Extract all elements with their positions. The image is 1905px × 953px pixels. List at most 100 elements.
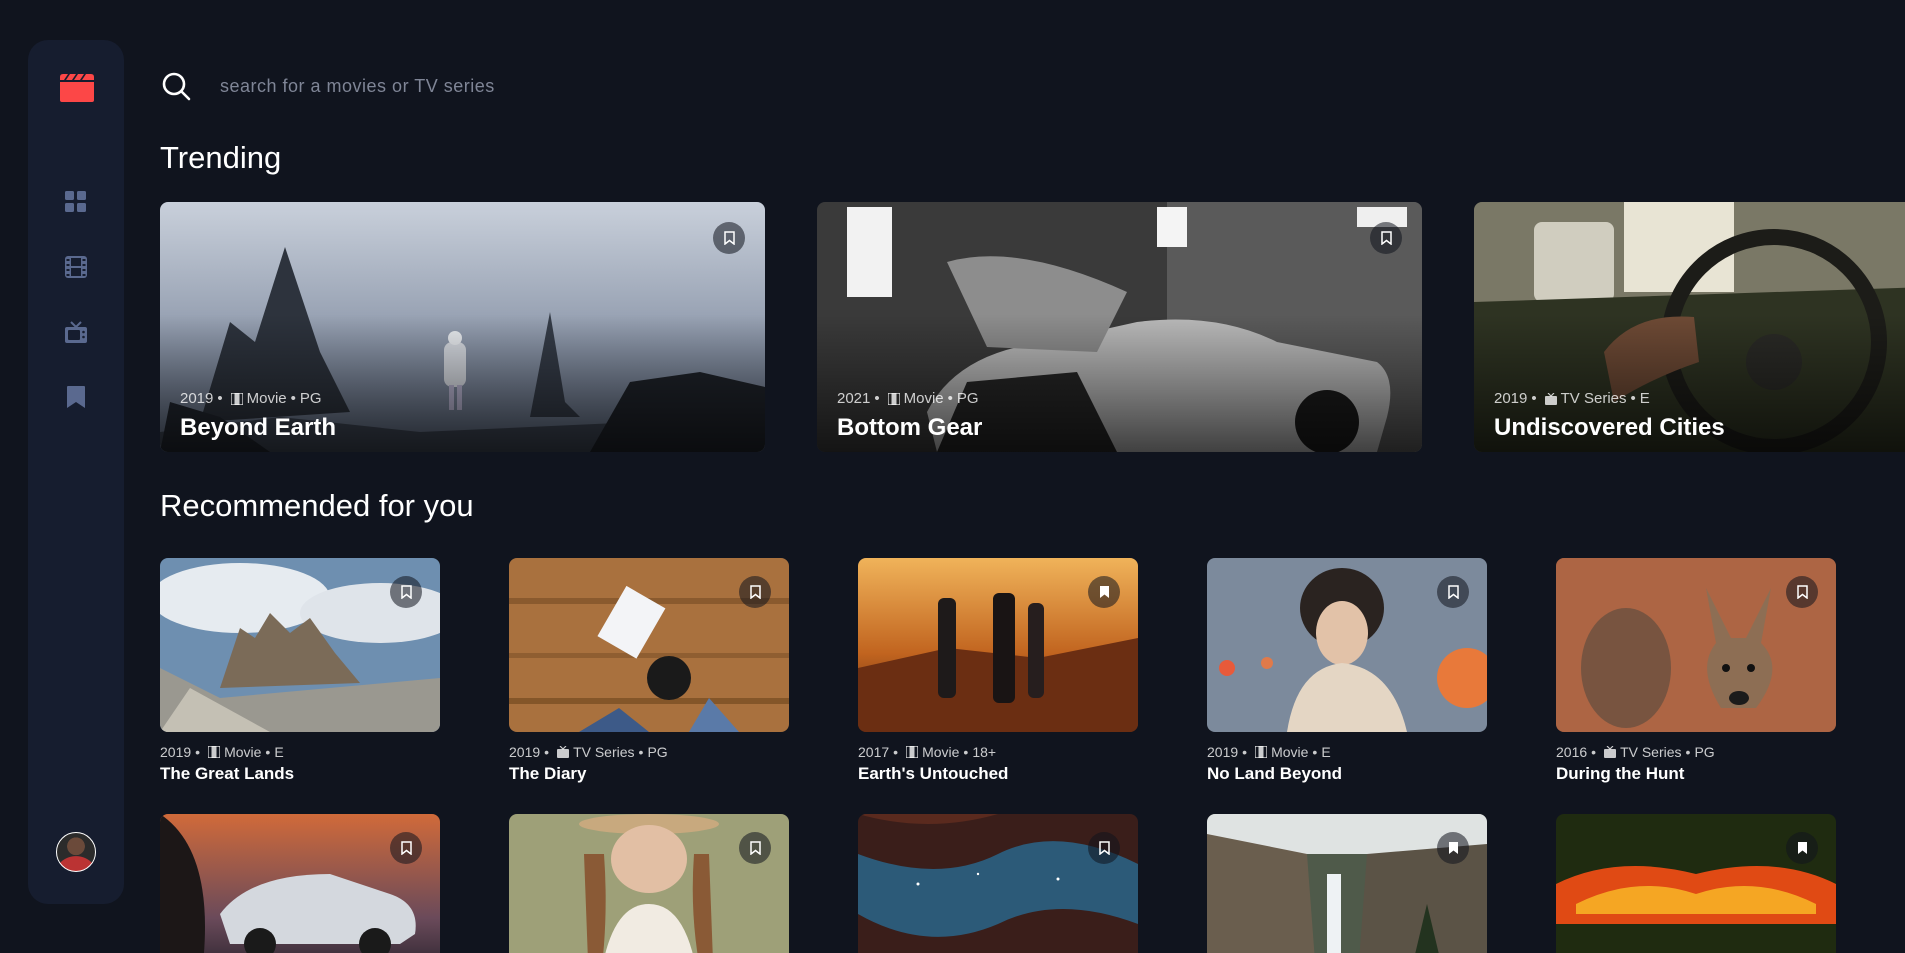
clapperboard-icon[interactable] bbox=[60, 74, 94, 102]
card-meta: 2019 • TV Series • PG bbox=[509, 744, 789, 760]
media-card[interactable] bbox=[1556, 814, 1836, 953]
meta-category: Movie bbox=[903, 390, 944, 407]
bookmark-empty-icon bbox=[749, 841, 761, 855]
meta-category: TV Series bbox=[1560, 390, 1627, 407]
trending-card[interactable]: 2021 • Movie • PG Bottom Gear bbox=[817, 202, 1422, 452]
bookmark-empty-icon bbox=[400, 841, 412, 855]
bookmark-button[interactable] bbox=[713, 222, 745, 254]
user-avatar[interactable] bbox=[56, 832, 96, 872]
media-card[interactable]: 2019 • Movie • E No Land Beyond bbox=[1207, 558, 1487, 784]
nav-tv-series[interactable] bbox=[28, 312, 124, 352]
media-card[interactable] bbox=[1207, 814, 1487, 953]
meta-separator: • bbox=[893, 744, 899, 760]
card-title: No Land Beyond bbox=[1207, 764, 1343, 783]
meta-category: TV Series bbox=[1620, 744, 1682, 760]
meta-separator: • bbox=[947, 390, 953, 407]
card-meta: 2019 • Movie • PG bbox=[180, 390, 322, 407]
meta-separator: • bbox=[1531, 390, 1537, 407]
card-meta: 2019 • TV Series • E bbox=[1494, 390, 1650, 407]
media-card[interactable]: 2019 • Movie • E The Great Lands bbox=[160, 558, 440, 784]
media-card[interactable]: 2017 • Movie • 18+ Earth's Untouched bbox=[858, 558, 1138, 784]
meta-year: 2016 bbox=[1556, 744, 1588, 760]
meta-separator: • bbox=[217, 390, 223, 407]
media-card[interactable] bbox=[509, 814, 789, 953]
bookmark-button[interactable] bbox=[390, 576, 422, 608]
meta-separator: • bbox=[195, 744, 201, 760]
thumbnail bbox=[858, 814, 1138, 953]
trending-card[interactable]: 2019 • Movie • PG Beyond Earth bbox=[160, 202, 765, 452]
bookmark-filled-icon bbox=[1797, 842, 1807, 854]
thumbnail bbox=[1207, 558, 1487, 732]
thumbnail bbox=[509, 558, 789, 732]
card-title: Undiscovered Cities bbox=[1494, 414, 1725, 441]
recommended-heading: Recommended for you bbox=[160, 488, 474, 523]
thumbnail bbox=[160, 558, 440, 732]
meta-category: Movie bbox=[224, 744, 262, 760]
bookmark-empty-icon bbox=[1098, 841, 1110, 855]
tv-category-icon bbox=[1604, 746, 1617, 758]
bookmark-button[interactable] bbox=[1437, 576, 1469, 608]
movie-category-icon bbox=[1255, 746, 1268, 758]
meta-rating: PG bbox=[299, 390, 322, 407]
search-bar bbox=[160, 68, 1160, 104]
meta-year: 2019 bbox=[160, 744, 192, 760]
movie-category-icon bbox=[887, 392, 900, 405]
bookmark-button[interactable] bbox=[1437, 832, 1469, 864]
meta-category: TV Series bbox=[573, 744, 635, 760]
nav-home[interactable] bbox=[28, 182, 124, 222]
meta-separator: • bbox=[1685, 744, 1691, 760]
bookmark-button[interactable] bbox=[1370, 222, 1402, 254]
tv-category-icon bbox=[1544, 392, 1557, 405]
meta-separator: • bbox=[638, 744, 644, 760]
card-title: Earth's Untouched bbox=[858, 764, 1009, 783]
nav-bookmarks[interactable] bbox=[28, 377, 124, 417]
meta-rating: 18+ bbox=[972, 744, 997, 760]
grid-icon bbox=[65, 191, 86, 212]
card-title: Beyond Earth bbox=[180, 414, 337, 441]
bookmark-button[interactable] bbox=[390, 832, 422, 864]
meta-rating: PG bbox=[956, 390, 979, 407]
meta-separator: • bbox=[874, 390, 880, 407]
search-input[interactable] bbox=[220, 75, 920, 97]
tv-category-icon bbox=[557, 746, 570, 758]
meta-year: 2019 bbox=[509, 744, 541, 760]
meta-rating: PG bbox=[1694, 744, 1715, 760]
meta-category: Movie bbox=[1271, 744, 1309, 760]
card-meta: 2019 • Movie • E bbox=[1207, 744, 1487, 760]
tv-icon bbox=[65, 321, 87, 343]
meta-category: Movie bbox=[246, 390, 287, 407]
card-meta: 2021 • Movie • PG bbox=[837, 390, 979, 407]
trending-carousel[interactable]: 2019 • Movie • PG Beyond Earth 2021 • Movie… bbox=[160, 202, 1905, 452]
meta-separator: • bbox=[1591, 744, 1597, 760]
bookmark-empty-icon bbox=[400, 585, 412, 599]
bookmark-button[interactable] bbox=[1786, 832, 1818, 864]
card-title: During the Hunt bbox=[1556, 764, 1685, 783]
bookmark-empty-icon bbox=[723, 231, 735, 245]
search-icon bbox=[162, 72, 191, 101]
meta-year: 2019 bbox=[1494, 390, 1528, 407]
meta-separator: • bbox=[1242, 744, 1248, 760]
bookmark-button[interactable] bbox=[1088, 832, 1120, 864]
bookmark-button[interactable] bbox=[1786, 576, 1818, 608]
bookmark-button[interactable] bbox=[739, 576, 771, 608]
media-card[interactable]: 2019 • TV Series • PG The Diary bbox=[509, 558, 789, 784]
card-meta: 2017 • Movie • 18+ bbox=[858, 744, 1138, 760]
trending-card[interactable]: 2019 • TV Series • E Undiscovered Cities bbox=[1474, 202, 1905, 452]
meta-rating: E bbox=[274, 744, 284, 760]
meta-rating: E bbox=[1321, 744, 1331, 760]
bookmark-button[interactable] bbox=[739, 832, 771, 864]
thumbnail bbox=[160, 814, 440, 953]
media-card[interactable] bbox=[160, 814, 440, 953]
card-title: The Great Lands bbox=[160, 764, 295, 783]
bookmark-button[interactable] bbox=[1088, 576, 1120, 608]
bookmark-empty-icon bbox=[749, 585, 761, 599]
card-title: Bottom Gear bbox=[837, 414, 983, 441]
meta-category: Movie bbox=[922, 744, 960, 760]
media-card[interactable] bbox=[858, 814, 1138, 953]
nav-movies[interactable] bbox=[28, 247, 124, 287]
thumbnail bbox=[1556, 558, 1836, 732]
thumbnail bbox=[1207, 814, 1487, 953]
meta-year: 2019 bbox=[180, 390, 214, 407]
bookmark-empty-icon bbox=[1380, 231, 1392, 245]
media-card[interactable]: 2016 • TV Series • PG During the Hunt bbox=[1556, 558, 1836, 784]
